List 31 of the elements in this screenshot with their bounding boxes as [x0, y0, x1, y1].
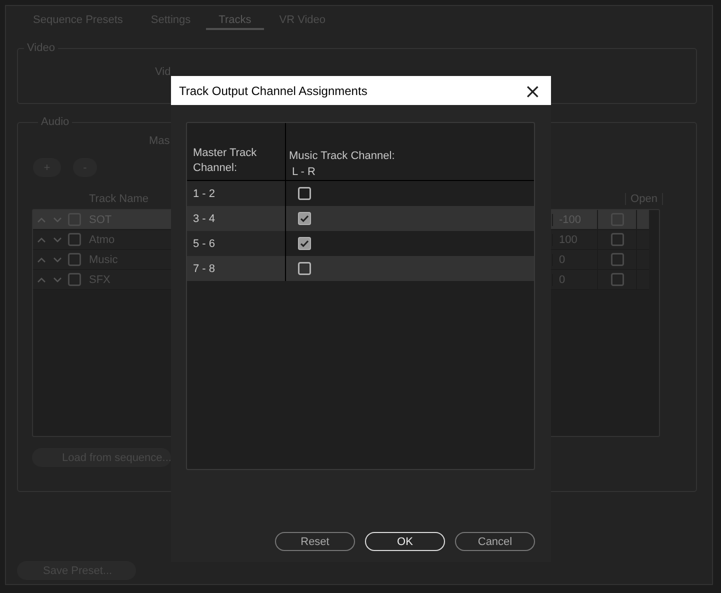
checkbox[interactable] [610, 233, 624, 246]
checkbox[interactable] [68, 233, 81, 246]
checkbox[interactable] [68, 253, 81, 266]
column-subheader: L - R [292, 166, 316, 178]
dialog-button[interactable]: Reset [275, 532, 355, 551]
add-button[interactable]: + [33, 158, 61, 177]
checkbox[interactable] [298, 262, 311, 275]
checkbox[interactable] [298, 187, 311, 200]
checkbox[interactable] [610, 253, 624, 266]
column-header: Music Track Channel: [289, 150, 396, 162]
column-header: Master Track Channel: [193, 146, 258, 176]
dialog-title: Track Output Channel Assignments [179, 84, 368, 98]
chevron-down-icon[interactable] [53, 256, 62, 262]
checkbox[interactable] [68, 273, 81, 286]
ok-button[interactable]: OK [365, 532, 445, 551]
channel-cell: 5 - 6 [187, 231, 286, 256]
checkbox[interactable] [610, 273, 624, 286]
chevron-down-icon[interactable] [53, 276, 62, 282]
chevron-down-icon[interactable] [53, 216, 62, 222]
remove-button[interactable]: - [73, 158, 97, 177]
channel-cell: 1 - 2 [187, 181, 286, 206]
checkbox[interactable] [298, 212, 311, 225]
chevron-up-icon[interactable] [37, 236, 46, 242]
chevron-down-icon[interactable] [53, 236, 62, 242]
chevron-up-icon[interactable] [37, 256, 46, 262]
chevron-up-icon[interactable] [37, 216, 46, 222]
channel-cell: 7 - 8 [187, 256, 286, 281]
chevron-up-icon[interactable] [37, 276, 46, 282]
checkbox[interactable] [298, 237, 311, 250]
channel-cell: 3 - 4 [187, 206, 286, 231]
dialog-button[interactable]: Cancel [455, 532, 535, 551]
